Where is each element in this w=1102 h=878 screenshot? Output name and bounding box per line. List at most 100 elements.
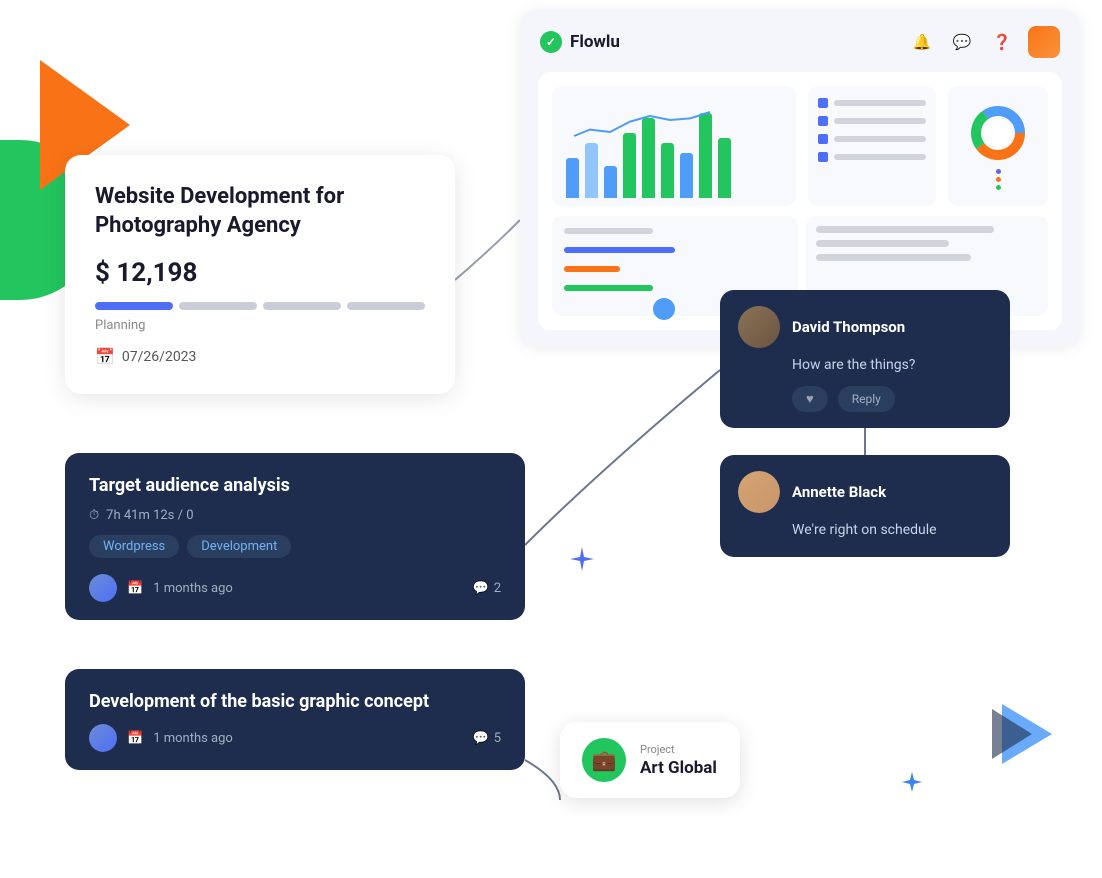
task-footer-right-2: 💬 5 xyxy=(473,731,502,746)
task-avatar-1 xyxy=(89,574,117,602)
task-title-1: Target audience analysis xyxy=(89,475,501,496)
task-title-2: Development of the basic graphic concept xyxy=(89,691,501,712)
donut-widget xyxy=(948,86,1048,206)
empty-line-2 xyxy=(816,240,949,247)
nav-icons: 🔔 💬 ❓ xyxy=(908,26,1060,58)
heart-icon: ♥ xyxy=(806,391,814,407)
david-message: How are the things? xyxy=(792,356,992,376)
reply-label: Reply xyxy=(852,392,881,406)
bar-1 xyxy=(566,158,579,198)
comment-avatar-david xyxy=(738,306,780,348)
table-line-green xyxy=(564,285,653,291)
david-name: David Thompson xyxy=(792,318,905,336)
bar-9 xyxy=(718,138,731,198)
annette-face xyxy=(738,471,780,513)
task-tags-1: Wordpress Development xyxy=(89,535,501,558)
dashboard-header: ✓ Flowlu 🔔 💬 ❓ xyxy=(538,26,1062,58)
annette-message: We're right on schedule xyxy=(792,521,992,541)
list-row-4 xyxy=(818,152,926,162)
list-row-2 xyxy=(818,116,926,126)
date-row: 📅 07/26/2023 xyxy=(95,347,425,366)
avatar-face-1 xyxy=(89,574,117,602)
flowlu-logo: ✓ Flowlu xyxy=(540,31,620,53)
bar-4 xyxy=(623,133,636,198)
task-date-icon-2: 📅 xyxy=(127,731,143,746)
progress-bar-1 xyxy=(95,302,173,310)
empty-line-3 xyxy=(816,254,971,261)
task-footer-1: 📅 1 months ago 💬 2 xyxy=(89,574,501,602)
help-icon[interactable]: ❓ xyxy=(988,28,1016,56)
three-dots-menu[interactable] xyxy=(996,169,1001,190)
art-global-name: Art Global xyxy=(640,758,717,778)
flowlu-checkmark-icon: ✓ xyxy=(540,31,562,53)
list-row-1 xyxy=(818,98,926,108)
bar-2 xyxy=(585,143,598,198)
list-line-1 xyxy=(834,100,926,106)
task-avatar-2 xyxy=(89,724,117,752)
progress-bar-4 xyxy=(347,302,425,310)
comment-count-1: 2 xyxy=(494,581,501,596)
art-global-label: Project xyxy=(640,743,717,756)
task-card-2[interactable]: Development of the basic graphic concept… xyxy=(65,669,525,770)
bar-3 xyxy=(604,166,617,198)
chat-icon[interactable]: 💬 xyxy=(948,28,976,56)
list-dot-4 xyxy=(818,152,828,162)
comment-header-david: David Thompson xyxy=(738,306,992,348)
david-face xyxy=(738,306,780,348)
task-footer-right-1: 💬 2 xyxy=(473,581,502,596)
user-avatar-nav[interactable] xyxy=(1028,26,1060,58)
table-line-header xyxy=(564,228,653,234)
bar-6 xyxy=(661,143,674,198)
chart-row xyxy=(552,86,1048,206)
dot-2 xyxy=(996,177,1001,182)
bar-chart-widget xyxy=(552,86,796,206)
progress-bar-3 xyxy=(263,302,341,310)
list-dot-2 xyxy=(818,116,828,126)
annette-name: Annette Black xyxy=(792,483,886,501)
arrow-decoration xyxy=(992,694,1062,778)
empty-line-1 xyxy=(816,226,994,233)
project-card: Website Development for Photography Agen… xyxy=(65,155,455,394)
table-line-orange xyxy=(564,266,620,272)
bar-7 xyxy=(680,153,693,198)
flowlu-name: Flowlu xyxy=(570,32,620,52)
task-date-icon-1: 📅 xyxy=(127,581,143,596)
list-line-2 xyxy=(834,118,926,124)
list-dot-1 xyxy=(818,98,828,108)
list-line-4 xyxy=(834,154,926,160)
project-amount: $ 12,198 xyxy=(95,258,425,288)
progress-bar-2 xyxy=(179,302,257,310)
task-months-ago-2: 1 months ago xyxy=(153,731,233,746)
task-card-1[interactable]: Target audience analysis ⏱ 7h 41m 12s / … xyxy=(65,453,525,620)
bar-5 xyxy=(642,118,655,198)
bell-icon[interactable]: 🔔 xyxy=(908,28,936,56)
list-line-3 xyxy=(834,136,926,142)
art-global-icon: 💼 xyxy=(582,738,626,782)
comment-avatar-annette xyxy=(738,471,780,513)
task-months-ago-1: 1 months ago xyxy=(153,581,233,596)
bar-8 xyxy=(699,113,712,198)
comment-count-2: 5 xyxy=(494,731,501,746)
avatar-face-2 xyxy=(89,724,117,752)
project-date: 07/26/2023 xyxy=(122,349,197,365)
tag-wordpress: Wordpress xyxy=(89,535,179,558)
table-line-blue xyxy=(564,247,675,253)
reply-button[interactable]: Reply xyxy=(838,386,895,412)
sparkle-icon-1 xyxy=(568,545,596,577)
list-widget xyxy=(808,86,936,206)
dot-3 xyxy=(996,185,1001,190)
list-dot-3 xyxy=(818,134,828,144)
like-button[interactable]: ♥ xyxy=(792,386,828,412)
donut-chart xyxy=(968,103,1028,163)
dot-1 xyxy=(996,169,1001,174)
project-title: Website Development for Photography Agen… xyxy=(95,183,425,240)
planning-label: Planning xyxy=(95,318,425,333)
comment-icon-2: 💬 xyxy=(473,731,489,746)
comment-bubble-david: David Thompson How are the things? ♥ Rep… xyxy=(720,290,1010,428)
mini-avatar xyxy=(653,298,675,320)
comment-actions-david: ♥ Reply xyxy=(792,386,992,412)
task-footer-2: 📅 1 months ago 💬 5 xyxy=(89,724,501,752)
art-global-card[interactable]: 💼 Project Art Global xyxy=(560,722,740,798)
tag-development: Development xyxy=(187,535,291,558)
comment-bubble-annette: Annette Black We're right on schedule xyxy=(720,455,1010,557)
